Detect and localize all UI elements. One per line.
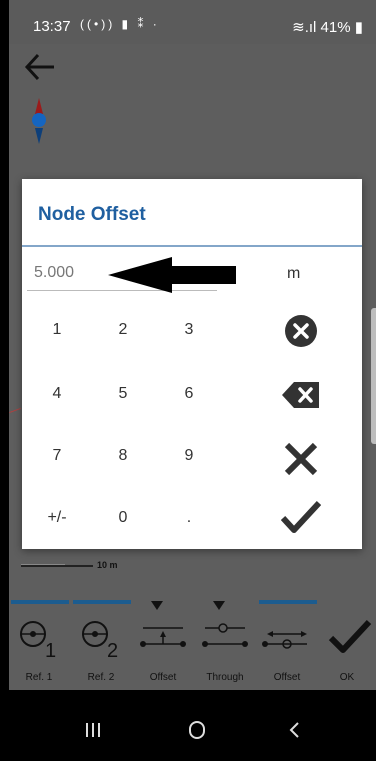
selected-indicator (259, 600, 317, 604)
map-scale-bar: 10 m (21, 560, 118, 570)
map-track-line (9, 407, 21, 414)
key-1[interactable]: 1 (27, 307, 87, 353)
key-3[interactable]: 3 (159, 307, 219, 353)
cancel-button[interactable] (269, 433, 333, 485)
compass-icon[interactable] (31, 98, 47, 146)
offset-perpendicular-icon (140, 627, 186, 647)
dropdown-triangle-icon (151, 601, 163, 610)
side-panel-handle[interactable] (371, 308, 376, 444)
recent-apps-icon[interactable] (73, 718, 113, 742)
app-bar (9, 44, 376, 90)
phone-screen: 13:37 ((•)) ▮ ⁑ · ≋.ıl 41% ▮ 10 m Node O… (9, 0, 376, 761)
ref1-label: Ref. 1 (25, 672, 53, 683)
key-9[interactable]: 9 (159, 433, 219, 479)
offset-along-tool[interactable]: Offset (257, 594, 317, 690)
backspace-button[interactable] (269, 369, 333, 421)
ref2-target-icon: 2 (82, 621, 118, 662)
key-4[interactable]: 4 (27, 371, 87, 417)
status-bar: 13:37 ((•)) ▮ ⁑ · ≋.ıl 41% ▮ (9, 0, 376, 44)
offset-perpendicular-tool[interactable]: Offset (133, 594, 193, 690)
offset-along-label: Offset (273, 672, 301, 683)
key-2[interactable]: 2 (93, 307, 153, 353)
key-0[interactable]: 0 (93, 495, 153, 541)
backspace-icon (282, 382, 319, 408)
status-left-icons: ((•)) ▮ ⁑ · (80, 17, 160, 31)
clear-circle-icon (285, 315, 317, 347)
selected-indicator (11, 600, 69, 604)
dialog-title: Node Offset (38, 204, 146, 225)
key-8[interactable]: 8 (93, 433, 153, 479)
battery-percent: 41% (320, 19, 351, 36)
pointer-arrow-icon (108, 257, 236, 293)
ref2-label: Ref. 2 (87, 672, 115, 683)
scale-bar-line (21, 563, 93, 567)
offset-along-icon (262, 631, 307, 649)
through-tool[interactable]: Through (195, 594, 255, 690)
back-arrow-icon[interactable] (23, 52, 57, 82)
ref1-tool[interactable]: 1 Ref. 1 (9, 594, 69, 690)
battery-status: ≋.ıl 41% ▮ (292, 18, 363, 36)
status-time: 13:37 (33, 18, 71, 35)
close-icon (284, 442, 318, 476)
checkmark-icon (328, 619, 372, 653)
node-offset-dialog: Node Offset m 1 2 3 4 5 6 7 8 9 +/- 0 . (22, 179, 362, 549)
ref1-target-icon: 1 (20, 621, 56, 662)
ok-tool[interactable]: OK (317, 594, 376, 690)
back-nav-icon[interactable] (275, 718, 315, 742)
key-plus-minus[interactable]: +/- (27, 495, 87, 541)
home-icon[interactable] (177, 718, 217, 742)
through-point-icon (202, 623, 248, 647)
key-5[interactable]: 5 (93, 371, 153, 417)
battery-icon: ▮ (350, 19, 363, 36)
selected-indicator (73, 600, 131, 604)
svg-text:2: 2 (107, 640, 118, 662)
key-decimal[interactable]: . (159, 495, 219, 541)
wifi-signal-icon: ≋.ıl (292, 19, 321, 36)
ok-label: OK (339, 672, 355, 683)
key-7[interactable]: 7 (27, 433, 87, 479)
svg-text:1: 1 (45, 640, 56, 662)
scale-label: 10 m (97, 560, 118, 570)
key-6[interactable]: 6 (159, 371, 219, 417)
unit-label: m (287, 265, 301, 282)
confirm-button[interactable] (269, 491, 333, 543)
bottom-toolbar: 1 Ref. 1 2 Ref. 2 Offset Through Offset … (9, 594, 376, 690)
clear-value-button[interactable] (269, 305, 333, 357)
dropdown-triangle-icon (213, 601, 225, 610)
offset-label: Offset (149, 672, 177, 683)
through-label: Through (206, 672, 244, 683)
checkmark-icon (281, 500, 321, 533)
ref2-tool[interactable]: 2 Ref. 2 (71, 594, 131, 690)
dialog-divider (22, 245, 362, 247)
system-navigation-bar (9, 690, 376, 761)
